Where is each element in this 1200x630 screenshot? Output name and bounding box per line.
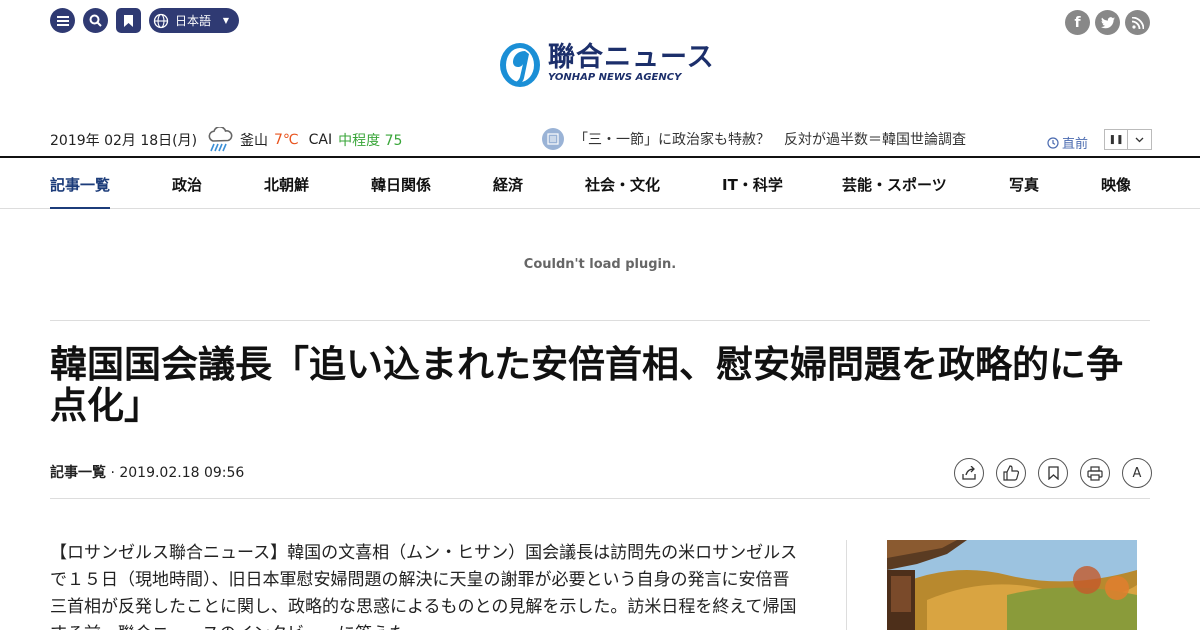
nav-item-politics[interactable]: 政治 [172,174,202,195]
article-meta: 記事一覧 · 2019.02.18 09:56 [50,462,244,482]
nav-item-korea-japan[interactable]: 韓日関係 [371,174,431,195]
nav-item-video[interactable]: 映像 [1101,174,1131,195]
search-icon [89,14,102,27]
nav-active-indicator [50,207,110,209]
current-date: 2019年 02月 18日(月) [50,133,198,149]
related-photo[interactable] [887,540,1137,630]
clock-icon [1047,136,1059,149]
weather-widget: 釜山 7℃ CAI 中程度 75 [206,127,402,153]
site-logo[interactable]: 聯合ニュース YONHAP NEWS AGENCY [498,39,715,89]
social-links: f [1065,10,1150,35]
nav-item-society-culture[interactable]: 社会・文化 [585,174,660,195]
bookmark-button[interactable] [116,8,141,33]
cai-value: 中程度 75 [338,133,403,149]
cai-label: CAI [308,132,333,148]
divider [50,320,1150,321]
share-button[interactable] [954,458,984,488]
divider [50,498,1150,499]
menu-icon [56,15,69,26]
pause-icon: ❚❚ [1108,134,1124,145]
plugin-error-message: Couldn't load plugin. [523,257,677,272]
facebook-icon[interactable]: f [1065,10,1090,35]
font-size-icon: A [1132,465,1142,481]
ticker-expand-button[interactable] [1128,129,1152,150]
column-divider [846,540,847,630]
header-utility-bar: 日本語 ▼ [50,8,239,33]
nav-item-article-list[interactable]: 記事一覧 [50,174,110,195]
yonhap-logo-icon [500,43,540,87]
just-now-label: 直前 [1062,137,1089,152]
just-now-link[interactable]: 直前 [1047,133,1088,152]
bookmark-icon [124,14,133,27]
nav-item-it-science[interactable]: IT・科学 [722,174,783,195]
weather-temp: 7℃ [274,132,299,148]
chevron-down-icon: ▼ [222,16,229,25]
news-list-icon [542,128,564,150]
print-button[interactable] [1080,458,1110,488]
search-button[interactable] [83,8,108,33]
ticker-pause-button[interactable]: ❚❚ [1104,129,1128,150]
twitter-icon[interactable] [1095,10,1120,35]
globe-icon [153,13,169,28]
menu-button[interactable] [50,8,75,33]
article-tools: A [954,458,1152,488]
save-button[interactable] [1038,458,1068,488]
ticker-headline[interactable]: 「三・一節」に政治家も特赦？ 反対が過半数＝韓国世論調査 [574,129,966,149]
rss-icon[interactable] [1125,10,1150,35]
like-icon [1003,465,1019,481]
language-label: 日本語 [175,14,212,28]
nav-item-economy[interactable]: 経済 [493,174,523,195]
nav-item-north-korea[interactable]: 北朝鮮 [264,174,309,195]
article-headline: 韓国国会議長「追い込まれた安倍首相、慰安婦問題を政略的に争点化」 [50,343,1123,427]
logo-en-text: YONHAP NEWS AGENCY [548,72,682,83]
article-body: 【ロサンゼルス聯合ニュース】韓国の文喜相（ムン・ヒサン）国会議長は訪問先の米ロサ… [50,543,798,630]
logo-ja-text: 聯合ニュース [548,42,715,73]
font-size-button[interactable]: A [1122,458,1152,488]
weather-city: 釜山 [240,133,268,149]
nav-item-entertainment-sports[interactable]: 芸能・スポーツ [842,174,947,195]
print-icon [1087,465,1103,481]
rain-cloud-icon [208,127,233,152]
news-ticker[interactable]: 「三・一節」に政治家も特赦？ 反対が過半数＝韓国世論調査 [542,128,966,150]
bookmark-icon [1047,466,1059,480]
chevron-down-icon [1135,137,1144,142]
nav-item-photo[interactable]: 写真 [1009,174,1039,195]
article-timestamp: · 2019.02.18 09:56 [110,465,245,481]
language-select[interactable]: 日本語 ▼ [149,8,239,33]
article-category-link[interactable]: 記事一覧 [50,465,106,481]
ticker-controls: ❚❚ [1104,129,1152,150]
share-icon [962,466,976,480]
main-nav: 記事一覧 政治 北朝鮮 韓日関係 経済 社会・文化 IT・科学 芸能・スポーツ … [0,156,1200,209]
like-button[interactable] [996,458,1026,488]
